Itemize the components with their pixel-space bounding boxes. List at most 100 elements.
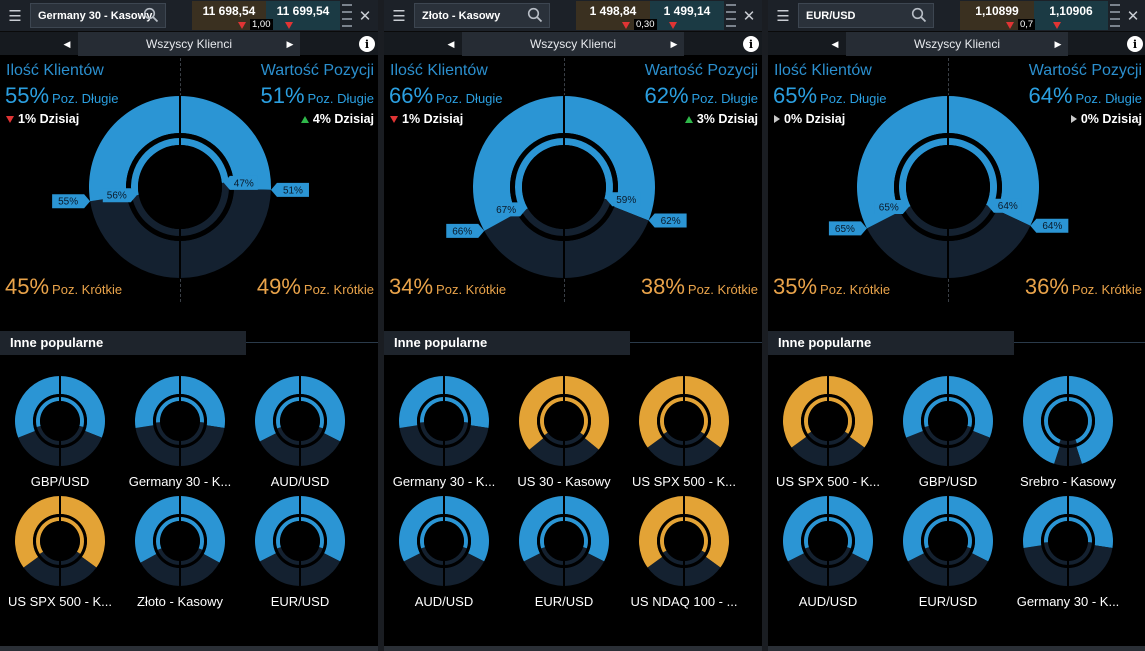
popular-section-title: Inne popularne xyxy=(384,331,630,355)
popular-instrument-card[interactable]: AUD/USD xyxy=(240,375,360,489)
instrument-selector[interactable]: Złoto - Kasowy xyxy=(414,3,550,28)
drag-handle[interactable] xyxy=(1110,4,1120,27)
popular-instrument-name: Germany 30 - K... xyxy=(1016,594,1120,609)
search-icon[interactable] xyxy=(143,7,159,23)
popular-instrument-card[interactable]: Germany 30 - K... xyxy=(1008,495,1128,609)
popular-donut-icon xyxy=(519,375,609,467)
instrument-selector[interactable]: Germany 30 - Kasowy xyxy=(30,3,166,28)
hamburger-icon[interactable]: ☰ xyxy=(384,0,414,31)
clients-long-tag: 66% xyxy=(452,226,472,237)
client-filter-row: ◀ Wszyscy Klienci ▶ i xyxy=(768,31,1145,56)
sell-price: 1,10899 xyxy=(975,4,1019,18)
hamburger-icon[interactable]: ☰ xyxy=(0,0,30,31)
popular-instrument-card[interactable]: US SPX 500 - K... xyxy=(768,375,888,489)
next-filter-icon[interactable]: ▶ xyxy=(278,32,302,56)
popular-section-title: Inne popularne xyxy=(768,331,1014,355)
popular-donut-icon xyxy=(399,495,489,587)
buy-price: 11 699,54 xyxy=(276,4,330,18)
info-icon[interactable]: i xyxy=(359,36,375,52)
popular-donut-icon xyxy=(255,495,345,587)
popular-instrument-card[interactable]: Germany 30 - K... xyxy=(120,375,240,489)
panel-bottom-bar xyxy=(0,646,378,651)
drag-handle[interactable] xyxy=(726,4,736,27)
prev-filter-icon[interactable]: ◀ xyxy=(55,32,79,56)
popular-section-title: Inne popularne xyxy=(0,331,246,355)
popular-instrument-card[interactable]: AUD/USD xyxy=(384,495,504,609)
close-icon[interactable]: ✕ xyxy=(736,0,762,31)
buy-price-button[interactable]: 1 499,14 xyxy=(650,1,724,30)
close-icon[interactable]: ✕ xyxy=(1120,0,1145,31)
popular-instrument-name: EUR/USD xyxy=(270,594,330,609)
info-icon[interactable]: i xyxy=(743,36,759,52)
buy-price-button[interactable]: 11 699,54 xyxy=(266,1,340,30)
popular-instrument-name: GBP/USD xyxy=(30,474,90,489)
client-filter-row: ◀ Wszyscy Klienci ▶ i xyxy=(384,31,762,56)
clients-short-percent: 35% Poz. Krótkie xyxy=(773,274,891,299)
instrument-name: Germany 30 - Kasowy xyxy=(38,9,153,22)
popular-instrument-card[interactable]: EUR/USD xyxy=(504,495,624,609)
popular-instrument-card[interactable]: EUR/USD xyxy=(240,495,360,609)
panel-toolbar: ☰ Złoto - Kasowy 1 498,84 1 499,14 0,30 … xyxy=(384,0,762,31)
popular-instrument-card[interactable]: US 30 - Kasowy xyxy=(504,375,624,489)
popular-instrument-name: US SPX 500 - K... xyxy=(631,474,737,489)
value-long-tag: 51% xyxy=(283,185,303,196)
popular-instrument-card[interactable]: US NDAQ 100 - ... xyxy=(624,495,744,609)
hamburger-icon[interactable]: ☰ xyxy=(768,0,798,31)
price-down-icon xyxy=(285,22,293,29)
popular-donut-icon xyxy=(15,375,106,467)
popular-donut-icon xyxy=(903,495,993,587)
instrument-name: EUR/USD xyxy=(806,9,856,22)
popular-instrument-name: Złoto - Kasowy xyxy=(137,594,223,609)
inner-left-tag: 56% xyxy=(107,191,127,202)
popular-donut-icon xyxy=(639,375,729,467)
close-icon[interactable]: ✕ xyxy=(352,0,378,31)
inner-right-tag: 59% xyxy=(616,195,636,206)
prev-filter-icon[interactable]: ◀ xyxy=(823,32,847,56)
next-filter-icon[interactable]: ▶ xyxy=(1046,32,1070,56)
search-icon[interactable] xyxy=(911,7,927,23)
popular-divider xyxy=(246,342,378,343)
popular-instrument-name: AUD/USD xyxy=(798,594,858,609)
instrument-selector[interactable]: EUR/USD xyxy=(798,3,934,28)
popular-instrument-card[interactable]: Złoto - Kasowy xyxy=(120,495,240,609)
popular-instrument-card[interactable]: GBP/USD xyxy=(888,375,1008,489)
popular-instrument-card[interactable]: EUR/USD xyxy=(888,495,1008,609)
popular-donut-icon xyxy=(783,375,873,467)
inner-right-tag: 47% xyxy=(234,178,254,189)
price-down-icon xyxy=(1006,22,1014,29)
popular-instrument-name: EUR/USD xyxy=(918,594,978,609)
buy-price-button[interactable]: 1,10906 xyxy=(1034,1,1108,30)
popular-instrument-name: Srebro - Kasowy xyxy=(1019,474,1117,489)
spread-value: 0,30 xyxy=(634,19,657,30)
popular-donut-icon xyxy=(519,495,609,587)
clients-short-percent: 45% Poz. Krótkie xyxy=(5,274,123,299)
popular-instrument-name: AUD/USD xyxy=(414,594,474,609)
popular-instrument-name: US SPX 500 - K... xyxy=(7,594,113,609)
popular-instrument-card[interactable]: GBP/USD xyxy=(0,375,120,489)
search-icon[interactable] xyxy=(527,7,543,23)
popular-instrument-name: US NDAQ 100 - ... xyxy=(630,594,738,609)
info-icon[interactable]: i xyxy=(1127,36,1143,52)
popular-donut-icon xyxy=(15,495,105,587)
popular-instrument-card[interactable]: Germany 30 - K... xyxy=(384,375,504,489)
buy-price: 1,10906 xyxy=(1049,4,1093,18)
sentiment-donut-chart: 55% 51% 56% 47% xyxy=(52,95,309,279)
popular-donut-icon xyxy=(255,375,345,467)
panel-toolbar: ☰ EUR/USD 1,10899 1,10906 0,7 ✕ xyxy=(768,0,1145,31)
inner-right-tag: 64% xyxy=(998,201,1018,212)
popular-instrument-name: GBP/USD xyxy=(918,474,978,489)
next-filter-icon[interactable]: ▶ xyxy=(662,32,686,56)
price-down-icon xyxy=(1053,22,1061,29)
inner-left-tag: 65% xyxy=(879,202,899,213)
popular-instrument-card[interactable]: Srebro - Kasowy xyxy=(1008,375,1128,489)
prev-filter-icon[interactable]: ◀ xyxy=(439,32,463,56)
drag-handle[interactable] xyxy=(342,4,352,27)
popular-instrument-name: EUR/USD xyxy=(534,594,594,609)
popular-divider xyxy=(630,342,762,343)
popular-instrument-card[interactable]: US SPX 500 - K... xyxy=(624,375,744,489)
value-short-percent: 38% Poz. Krótkie xyxy=(640,274,758,299)
client-filter-row: ◀ Wszyscy Klienci ▶ i xyxy=(0,31,378,56)
popular-instrument-card[interactable]: AUD/USD xyxy=(768,495,888,609)
popular-instrument-card[interactable]: US SPX 500 - K... xyxy=(0,495,120,609)
popular-donut-icon xyxy=(783,495,873,587)
